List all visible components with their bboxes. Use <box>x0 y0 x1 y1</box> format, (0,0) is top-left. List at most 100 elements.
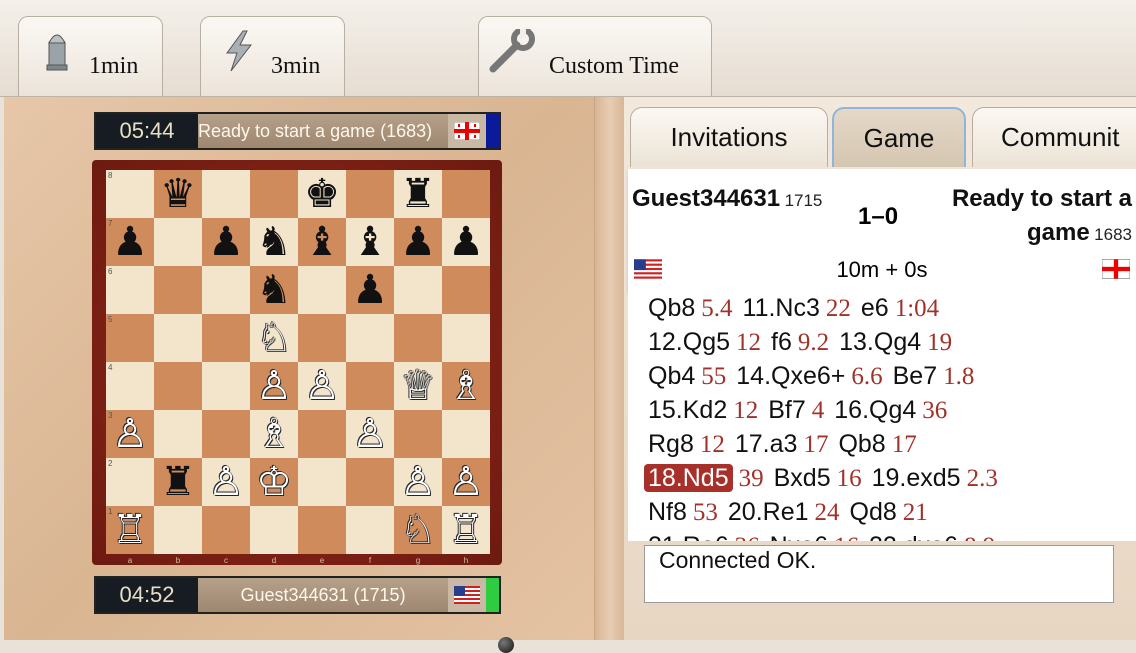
move[interactable]: Nf8 <box>648 498 687 526</box>
square-e8[interactable]: ♚ <box>298 170 346 218</box>
square-g1[interactable]: ♘ <box>394 506 442 554</box>
chessboard[interactable]: 8 ♛ ♚ ♜ 7 ♟ ♟ ♞ ♝ ♝ ♟ ♟ 6 ♞ ♟ 5 ♘ 4 ♙ ♙ ♕ ♗ 3 ♙ ♗ ♙ 2 ♜ ♙ ♔ ♙ ♙ 1 ♖ ♘ ♖ <box>106 170 490 554</box>
white-knight-piece[interactable]: ♘ <box>400 510 436 550</box>
move[interactable]: 12.Qg5 <box>648 328 730 356</box>
square-b6[interactable] <box>154 266 202 314</box>
black-pawn-piece[interactable]: ♟ <box>400 222 436 262</box>
move[interactable]: 13.Qg4 <box>839 328 921 356</box>
square-a6[interactable]: 6 <box>106 266 154 314</box>
move[interactable]: 21.Re6 <box>648 532 729 541</box>
square-d6[interactable]: ♞ <box>250 266 298 314</box>
white-rook-piece[interactable]: ♖ <box>448 510 484 550</box>
square-h7[interactable]: ♟ <box>442 218 490 266</box>
pane-divider[interactable] <box>594 97 625 640</box>
square-e5[interactable] <box>298 314 346 362</box>
move[interactable]: 20.Re1 <box>728 498 809 526</box>
square-f7[interactable]: ♝ <box>346 218 394 266</box>
white-pawn-piece[interactable]: ♙ <box>208 462 244 502</box>
square-h2[interactable]: ♙ <box>442 458 490 506</box>
move[interactable]: Qb8 <box>838 430 885 458</box>
white-bishop-piece[interactable]: ♗ <box>256 414 292 454</box>
square-f4[interactable] <box>346 362 394 410</box>
3min-button[interactable]: 3min <box>200 16 345 96</box>
move[interactable]: 16.Qg4 <box>834 396 916 424</box>
white-rook-piece[interactable]: ♖ <box>112 510 148 550</box>
white-king-piece[interactable]: ♔ <box>256 462 292 502</box>
square-c4[interactable] <box>202 362 250 410</box>
tab-community[interactable]: Communit <box>972 107 1136 167</box>
move[interactable]: e6 <box>861 294 889 322</box>
square-a1[interactable]: 1 ♖ <box>106 506 154 554</box>
square-b1[interactable] <box>154 506 202 554</box>
white-pawn-piece[interactable]: ♙ <box>256 366 292 406</box>
white-pawn-piece[interactable]: ♙ <box>352 414 388 454</box>
square-f5[interactable] <box>346 314 394 362</box>
square-e6[interactable] <box>298 266 346 314</box>
square-f6[interactable]: ♟ <box>346 266 394 314</box>
black-knight-piece[interactable]: ♞ <box>256 270 292 310</box>
white-knight-piece[interactable]: ♘ <box>256 318 292 358</box>
move[interactable]: Qd8 <box>850 498 897 526</box>
move[interactable]: Bf7 <box>768 396 806 424</box>
square-d4[interactable]: ♙ <box>250 362 298 410</box>
square-c6[interactable] <box>202 266 250 314</box>
square-h4[interactable]: ♗ <box>442 362 490 410</box>
square-a4[interactable]: 4 <box>106 362 154 410</box>
move[interactable]: Bxd5 <box>774 464 831 492</box>
square-b7[interactable] <box>154 218 202 266</box>
square-a8[interactable]: 8 <box>106 170 154 218</box>
square-c8[interactable] <box>202 170 250 218</box>
square-d3[interactable]: ♗ <box>250 410 298 458</box>
move[interactable]: 15.Kd2 <box>648 396 727 424</box>
square-g8[interactable]: ♜ <box>394 170 442 218</box>
black-pawn-piece[interactable]: ♟ <box>352 270 388 310</box>
black-pawn-piece[interactable]: ♟ <box>448 222 484 262</box>
square-e2[interactable] <box>298 458 346 506</box>
square-e7[interactable]: ♝ <box>298 218 346 266</box>
current-move[interactable]: 18.Nd5 <box>644 464 733 492</box>
black-pawn-piece[interactable]: ♟ <box>112 222 148 262</box>
square-g4[interactable]: ♕ <box>394 362 442 410</box>
white-pawn-piece[interactable]: ♙ <box>400 462 436 502</box>
square-b4[interactable] <box>154 362 202 410</box>
move[interactable]: Qb8 <box>648 294 695 322</box>
black-bishop-piece[interactable]: ♝ <box>352 222 388 262</box>
square-b3[interactable] <box>154 410 202 458</box>
move-list[interactable]: Qb8 5.4 11.Nc3 22 e6 1:04 12.Qg5 12 f6 9.2 13.Qg4 1… <box>628 291 1136 541</box>
square-h3[interactable] <box>442 410 490 458</box>
square-e4[interactable]: ♙ <box>298 362 346 410</box>
square-g2[interactable]: ♙ <box>394 458 442 506</box>
square-b8[interactable]: ♛ <box>154 170 202 218</box>
move[interactable]: 11.Nc3 <box>743 294 820 322</box>
black-bishop-piece[interactable]: ♝ <box>304 222 340 262</box>
square-h6[interactable] <box>442 266 490 314</box>
square-a3[interactable]: 3 ♙ <box>106 410 154 458</box>
move[interactable]: 14.Qxe6+ <box>736 362 845 390</box>
square-d1[interactable] <box>250 506 298 554</box>
square-d7[interactable]: ♞ <box>250 218 298 266</box>
move[interactable]: Be7 <box>893 362 937 390</box>
white-queen-piece[interactable]: ♕ <box>400 366 436 406</box>
square-e1[interactable] <box>298 506 346 554</box>
black-pawn-piece[interactable]: ♟ <box>208 222 244 262</box>
square-f8[interactable] <box>346 170 394 218</box>
square-f3[interactable]: ♙ <box>346 410 394 458</box>
black-king-piece[interactable]: ♚ <box>304 174 340 214</box>
square-e3[interactable] <box>298 410 346 458</box>
square-g5[interactable] <box>394 314 442 362</box>
1min-button[interactable]: 1min <box>18 16 163 96</box>
move[interactable]: Rg8 <box>648 430 694 458</box>
square-f1[interactable] <box>346 506 394 554</box>
square-b2[interactable]: ♜ <box>154 458 202 506</box>
square-c3[interactable] <box>202 410 250 458</box>
square-h5[interactable] <box>442 314 490 362</box>
white-pawn-piece[interactable]: ♙ <box>112 414 148 454</box>
move[interactable]: f6 <box>771 328 792 356</box>
square-d2[interactable]: ♔ <box>250 458 298 506</box>
white-pawn-piece[interactable]: ♙ <box>448 462 484 502</box>
tab-invitations[interactable]: Invitations <box>630 107 828 167</box>
square-h1[interactable]: ♖ <box>442 506 490 554</box>
square-a2[interactable]: 2 <box>106 458 154 506</box>
move[interactable]: Qb4 <box>648 362 695 390</box>
black-queen-piece[interactable]: ♛ <box>160 174 196 214</box>
